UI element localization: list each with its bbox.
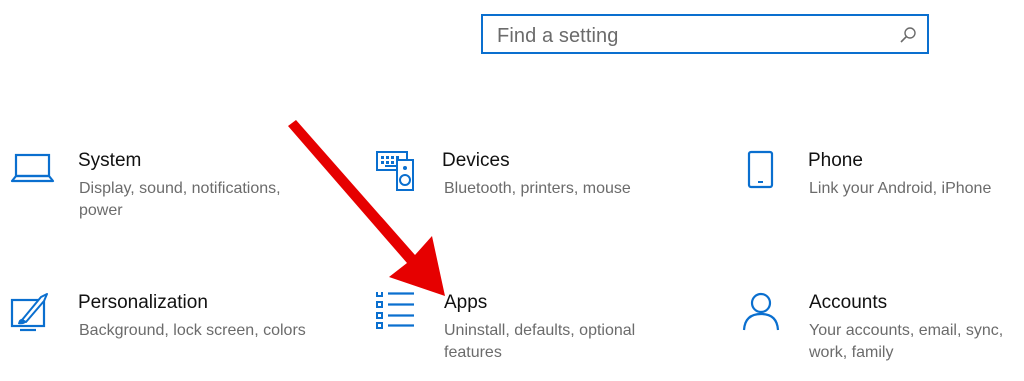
tile-personalization[interactable]: Personalization Background, lock screen,… bbox=[10, 292, 310, 381]
tile-accounts[interactable]: Accounts Your accounts, email, sync, wor… bbox=[740, 292, 1024, 381]
tile-apps[interactable]: Apps Uninstall, defaults, optional featu… bbox=[375, 292, 675, 381]
tile-title: Phone bbox=[808, 150, 863, 171]
tile-description: Bluetooth, printers, mouse bbox=[444, 180, 631, 197]
tile-title: System bbox=[78, 150, 142, 171]
tile-description: Link your Android, iPhone bbox=[809, 180, 992, 197]
tile-title: Devices bbox=[442, 150, 510, 171]
tile-phone[interactable]: Phone Link your Android, iPhone bbox=[740, 150, 1024, 240]
tile-devices[interactable]: Devices Bluetooth, printers, mouse bbox=[375, 150, 675, 240]
phone-icon bbox=[747, 150, 774, 189]
search-input-placeholder[interactable]: Find a setting bbox=[497, 25, 618, 48]
tile-description: Uninstall, defaults, optional features bbox=[444, 322, 636, 361]
apps-list-icon bbox=[376, 292, 414, 329]
tile-description: Your accounts, email, sync, work, family bbox=[809, 322, 1004, 361]
tile-title: Personalization bbox=[78, 292, 208, 313]
search-box[interactable]: Find a setting bbox=[481, 14, 929, 54]
tile-title: Accounts bbox=[809, 292, 888, 313]
laptop-icon bbox=[10, 153, 55, 183]
person-icon bbox=[742, 292, 780, 331]
paintbrush-monitor-icon bbox=[10, 293, 48, 332]
tile-title: Apps bbox=[444, 292, 488, 313]
keyboard-speaker-icon bbox=[376, 151, 414, 191]
search-icon bbox=[900, 27, 916, 43]
tile-system[interactable]: System Display, sound, notifications, po… bbox=[10, 150, 310, 240]
tile-description: Display, sound, notifications, power bbox=[79, 180, 281, 219]
settings-home: Find a setting System Display, sound, no… bbox=[0, 0, 1024, 381]
tile-description: Background, lock screen, colors bbox=[79, 322, 306, 339]
